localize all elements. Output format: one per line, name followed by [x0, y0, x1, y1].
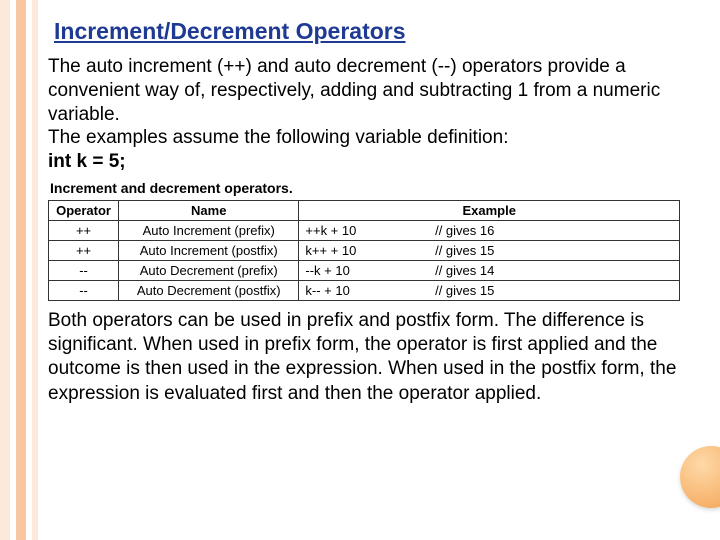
slide-title: Increment/Decrement Operators: [48, 18, 710, 45]
table-row: -- Auto Decrement (postfix) k-- + 10 // …: [49, 280, 680, 300]
slide-content: Increment/Decrement Operators The auto i…: [38, 0, 720, 540]
decor-stripe: [16, 0, 26, 540]
cell-expr: k++ + 10: [299, 240, 429, 260]
cell-op: ++: [49, 240, 119, 260]
table-header-row: Operator Name Example: [49, 200, 680, 220]
cell-expr: --k + 10: [299, 260, 429, 280]
cell-expr: ++k + 10: [299, 220, 429, 240]
explanation-paragraph: Both operators can be used in prefix and…: [48, 309, 710, 406]
decor-stripe: [0, 0, 10, 540]
table-caption: Increment and decrement operators.: [50, 180, 680, 196]
col-name: Name: [119, 200, 299, 220]
operators-table: Operator Name Example ++ Auto Increment …: [48, 200, 680, 301]
cell-cmt: // gives 15: [429, 280, 679, 300]
intro-code: int k = 5;: [48, 151, 126, 172]
cell-name: Auto Decrement (prefix): [119, 260, 299, 280]
cell-op: ++: [49, 220, 119, 240]
intro-sentence-2: The examples assume the following variab…: [48, 127, 508, 148]
cell-op: --: [49, 260, 119, 280]
cell-name: Auto Increment (prefix): [119, 220, 299, 240]
cell-cmt: // gives 16: [429, 220, 679, 240]
cell-cmt: // gives 14: [429, 260, 679, 280]
cell-name: Auto Decrement (postfix): [119, 280, 299, 300]
table-row: ++ Auto Increment (prefix) ++k + 10 // g…: [49, 220, 680, 240]
intro-sentence-1: The auto increment (++) and auto decreme…: [48, 56, 660, 125]
table-row: -- Auto Decrement (prefix) --k + 10 // g…: [49, 260, 680, 280]
operators-table-figure: Increment and decrement operators. Opera…: [48, 180, 680, 301]
col-example: Example: [299, 200, 680, 220]
cell-cmt: // gives 15: [429, 240, 679, 260]
intro-paragraph: The auto increment (++) and auto decreme…: [48, 55, 710, 174]
table-row: ++ Auto Increment (postfix) k++ + 10 // …: [49, 240, 680, 260]
cell-expr: k-- + 10: [299, 280, 429, 300]
col-operator: Operator: [49, 200, 119, 220]
cell-name: Auto Increment (postfix): [119, 240, 299, 260]
cell-op: --: [49, 280, 119, 300]
